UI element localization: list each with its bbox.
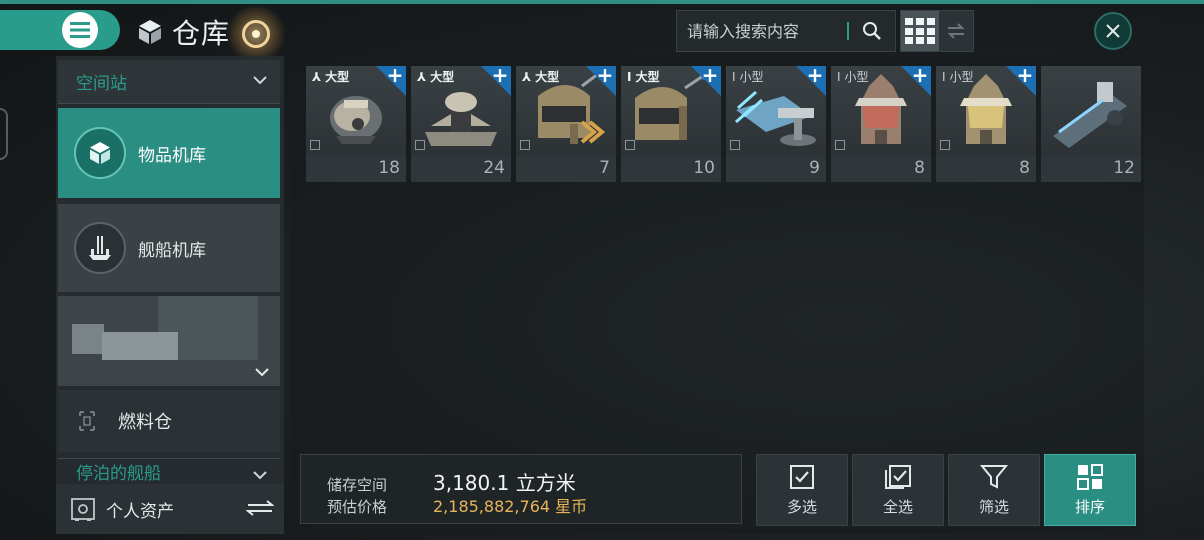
chevron-down-icon — [253, 471, 267, 480]
item-count: 12 — [1113, 158, 1135, 178]
add-icon[interactable]: + — [1016, 65, 1034, 85]
sidebar-item-fuel-bay[interactable]: 燃料仓 — [58, 390, 280, 452]
inventory-item-card[interactable]: I 大型 + 10 — [621, 65, 721, 182]
section-space-station[interactable]: 空间站 — [58, 60, 280, 104]
swap-icon[interactable] — [246, 498, 274, 518]
page-title: 仓库 — [172, 17, 231, 50]
select-checkbox[interactable] — [940, 140, 950, 150]
size-label: I 小型 — [942, 69, 974, 85]
size-label: I 小型 — [732, 69, 764, 85]
view-toggle — [900, 10, 974, 52]
size-label: ⅄ 大型 — [417, 69, 455, 85]
size-label: I 小型 — [837, 69, 869, 85]
add-icon[interactable]: + — [596, 65, 614, 85]
sort-button[interactable]: 排序 — [1044, 454, 1136, 526]
item-count: 9 — [809, 158, 820, 178]
hamburger-icon — [62, 12, 98, 48]
side-drawer-handle[interactable] — [0, 108, 8, 160]
select-checkbox[interactable] — [310, 140, 320, 150]
filter-button[interactable]: 筛选 — [948, 454, 1040, 526]
storage-space-row: 储存空间 3,180.1 立方米 — [327, 467, 576, 496]
close-button[interactable] — [1094, 12, 1132, 50]
inventory-item-card[interactable]: 12 — [1041, 66, 1141, 182]
beacon-icon[interactable] — [226, 4, 286, 64]
docked-ships-label: 停泊的舰船 — [76, 464, 161, 484]
sidebar-item-ship-hangar[interactable]: 舰船机库 — [58, 204, 280, 292]
select-all-icon — [885, 464, 911, 489]
search-box — [676, 10, 896, 52]
sidebar-item-label: 物品机库 — [138, 145, 206, 166]
page-title-group: 仓库 — [136, 12, 230, 52]
item-count: 10 — [693, 158, 715, 178]
checkbox-icon — [790, 464, 814, 489]
top-accent-strip — [0, 0, 1204, 4]
size-label: ⅄ 大型 — [522, 69, 560, 85]
size-label: ⅄ 大型 — [312, 69, 350, 85]
filter-label: 筛选 — [978, 497, 1009, 516]
item-count: 8 — [914, 158, 925, 178]
inventory-item-card[interactable]: ⅄ 大型 + 24 — [411, 65, 511, 182]
fuel-canister-icon — [79, 411, 95, 431]
inventory-item-card[interactable]: ⅄ 大型 + 18 — [306, 65, 406, 182]
select-all-button[interactable]: 全选 — [852, 454, 944, 526]
sidebar-item-item-hangar[interactable]: 物品机库 — [58, 108, 280, 198]
add-icon[interactable]: + — [701, 65, 719, 85]
sidebar: 空间站 物品机库 舰船机库 燃料仓 停泊的舰船 — [56, 56, 284, 534]
section-space-station-label: 空间站 — [76, 74, 127, 94]
item-count: 7 — [599, 158, 610, 178]
select-all-label: 全选 — [882, 497, 913, 516]
storage-summary: 储存空间 3,180.1 立方米 预估价格 2,185,882,764 星币 — [300, 454, 742, 524]
chevron-down-icon — [253, 76, 267, 85]
grid-view-icon[interactable] — [901, 11, 939, 51]
estimated-price-value: 2,185,882,764 星币 — [433, 497, 588, 516]
multi-select-label: 多选 — [786, 497, 817, 516]
warehouse-cube-icon — [139, 20, 161, 44]
inventory-item-card[interactable]: I 小型 + 9 — [726, 65, 826, 182]
select-checkbox[interactable] — [415, 140, 425, 150]
safe-icon — [71, 498, 95, 521]
sort-label: 排序 — [1074, 497, 1105, 516]
select-checkbox[interactable] — [730, 140, 740, 150]
select-checkbox[interactable] — [835, 140, 845, 150]
item-count: 8 — [1019, 158, 1030, 178]
estimated-price-row: 预估价格 2,185,882,764 星币 — [327, 493, 587, 517]
filter-icon — [980, 464, 1008, 489]
chevron-down-icon — [255, 368, 269, 377]
inventory-item-card[interactable]: I 小型 + 8 — [831, 65, 931, 182]
select-checkbox[interactable] — [625, 140, 635, 150]
personal-assets-label: 个人资产 — [106, 501, 174, 522]
add-icon[interactable]: + — [491, 65, 509, 85]
inventory-item-card[interactable]: ⅄ 大型 + 7 — [516, 65, 616, 182]
search-input[interactable] — [677, 11, 847, 51]
size-label: I 大型 — [627, 69, 660, 85]
storage-space-value: 3,180.1 立方米 — [433, 471, 576, 495]
blurred-section[interactable] — [58, 296, 280, 386]
close-icon — [1106, 24, 1120, 38]
menu-button[interactable] — [0, 10, 120, 50]
section-docked-ships[interactable]: 停泊的舰船 — [58, 458, 280, 484]
search-icon[interactable] — [849, 11, 895, 51]
sort-grid-icon — [1077, 463, 1103, 490]
rail-launcher-module-icon — [1041, 66, 1141, 156]
estimated-price-label: 预估价格 — [327, 498, 388, 516]
add-icon[interactable]: + — [386, 65, 404, 85]
add-icon[interactable]: + — [806, 65, 824, 85]
fuel-bay-label: 燃料仓 — [118, 412, 172, 433]
personal-assets-button[interactable]: 个人资产 — [56, 484, 284, 534]
add-icon[interactable]: + — [911, 65, 929, 85]
ship-icon — [74, 222, 126, 274]
select-checkbox[interactable] — [520, 140, 530, 150]
sidebar-item-label: 舰船机库 — [138, 240, 206, 261]
inventory-item-card[interactable]: I 小型 + 8 — [936, 65, 1036, 182]
box-icon — [74, 127, 126, 179]
item-count: 18 — [378, 158, 400, 178]
multi-select-button[interactable]: 多选 — [756, 454, 848, 526]
storage-space-label: 储存空间 — [327, 476, 388, 494]
item-count: 24 — [483, 158, 505, 178]
swap-view-icon[interactable] — [939, 11, 973, 51]
